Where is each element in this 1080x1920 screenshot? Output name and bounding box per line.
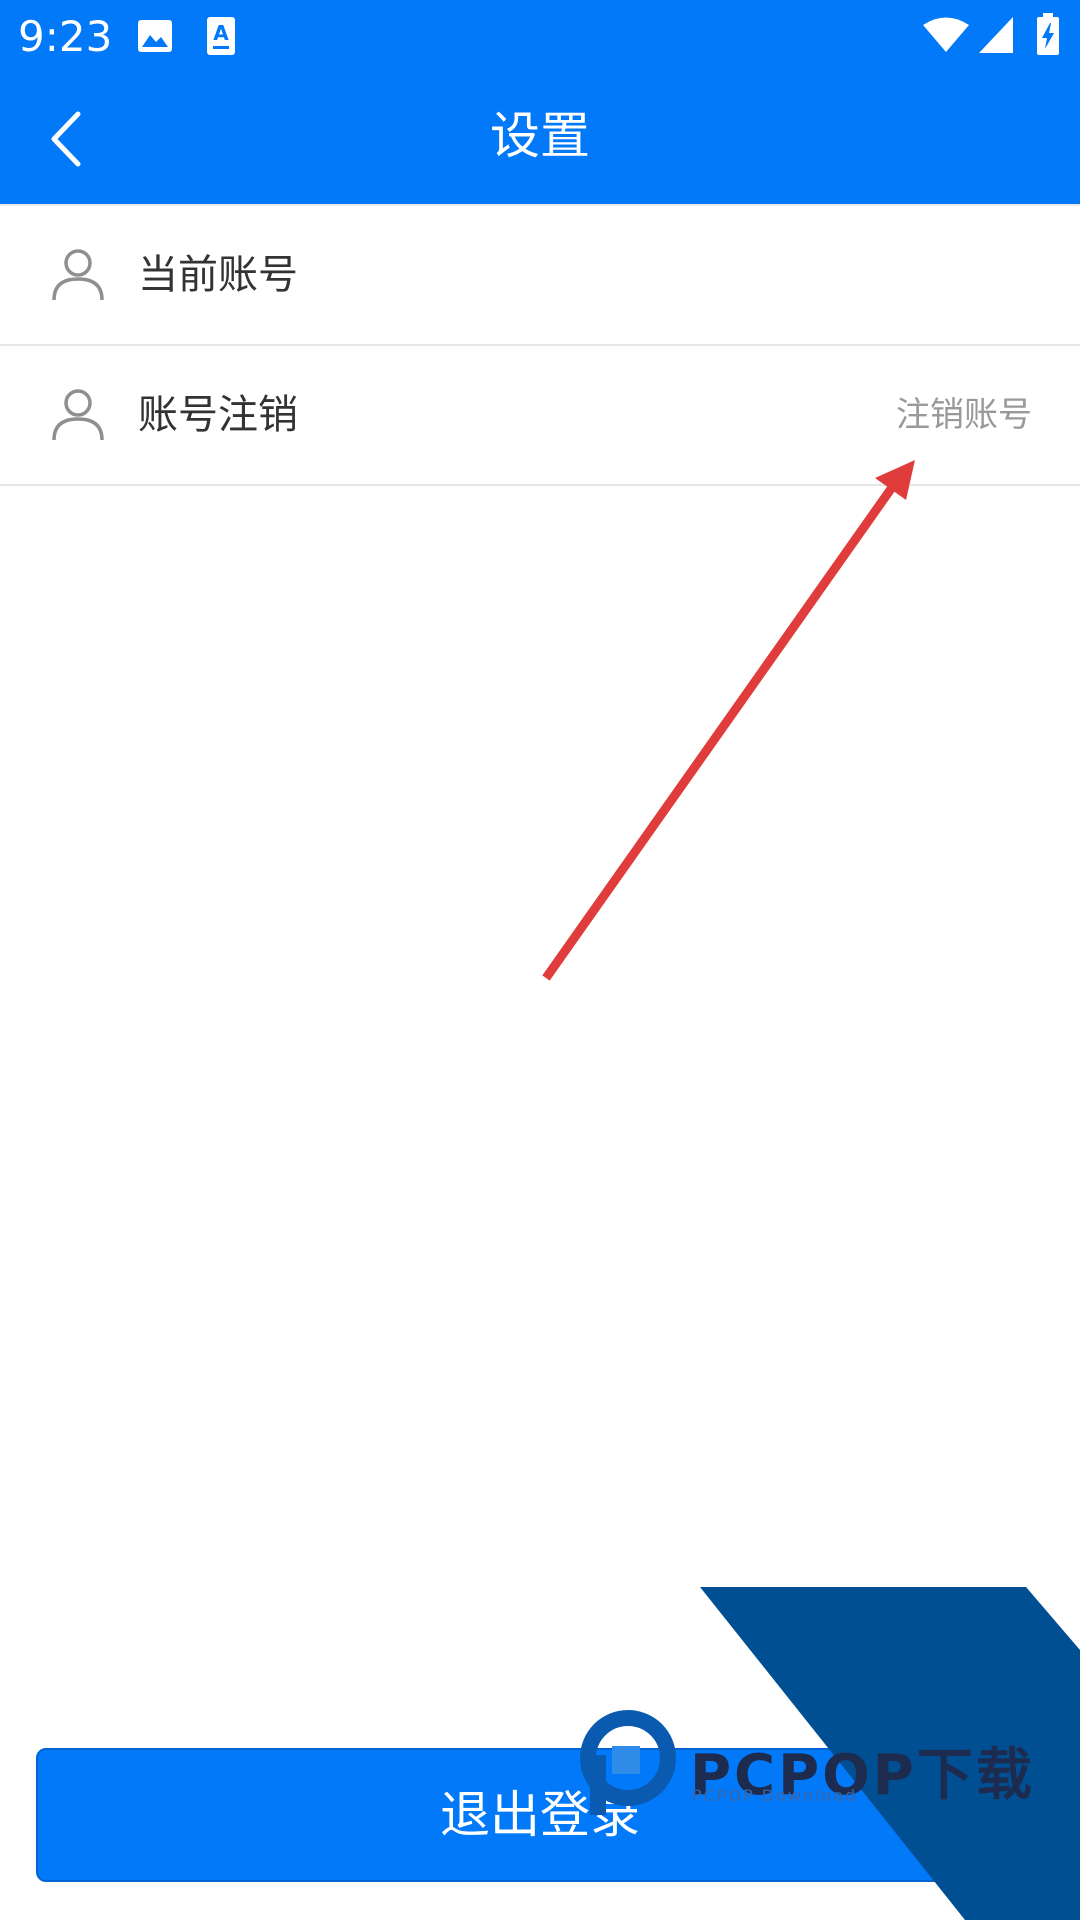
user-icon xyxy=(52,249,104,301)
settings-screen: 9:23 A 设置 当前账号 账号注销 注销账号 退出登录 PCPOP下载 PC… xyxy=(0,0,1080,1920)
settings-list: 当前账号 账号注销 注销账号 xyxy=(0,204,1080,486)
user-icon xyxy=(52,389,104,441)
account-cancellation-label: 账号注销 xyxy=(138,392,298,438)
battery-charging-icon xyxy=(1037,13,1059,55)
current-account-row[interactable]: 当前账号 xyxy=(0,206,1080,346)
cancel-account-link[interactable]: 注销账号 xyxy=(896,346,1032,484)
page-title: 设置 xyxy=(490,107,590,165)
account-cancellation-row[interactable]: 账号注销 注销账号 xyxy=(0,346,1080,486)
current-account-label: 当前账号 xyxy=(138,252,298,298)
status-time: 9:23 xyxy=(18,12,113,61)
logout-button[interactable]: 退出登录 xyxy=(36,1748,1044,1882)
text-a-icon: A xyxy=(207,17,235,55)
svg-text:A: A xyxy=(213,21,229,45)
status-bar: 9:23 A xyxy=(0,0,1080,74)
wifi-icon xyxy=(923,17,969,52)
app-bar: 设置 xyxy=(0,74,1080,204)
image-icon xyxy=(138,20,172,52)
signal-icon xyxy=(979,17,1013,53)
